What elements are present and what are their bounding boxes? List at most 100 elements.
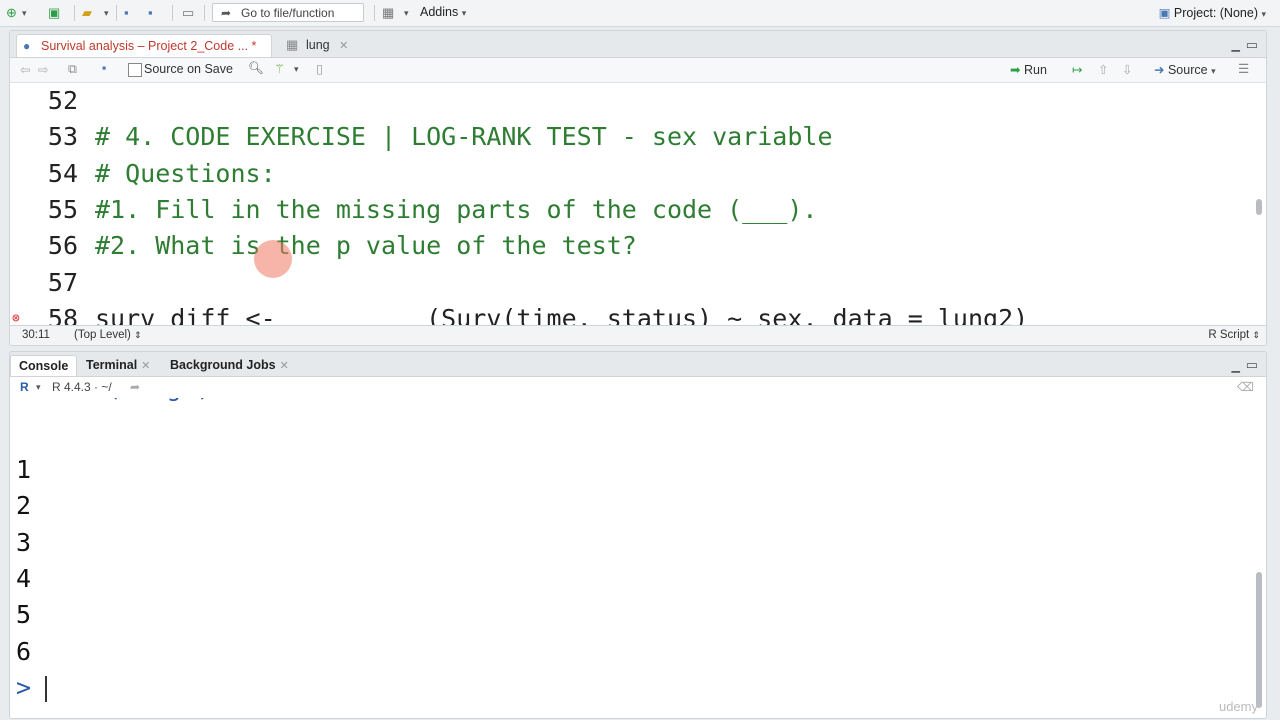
tab-background-jobs[interactable]: Background Jobs ✕ [162,355,297,376]
editor-pane: ● Survival analysis – Project 2_Code ...… [9,30,1267,346]
source-on-save-checkbox[interactable] [128,63,142,77]
goto-file-input[interactable]: ➦ Go to file/function [212,3,364,22]
source-button[interactable]: ➜ Source ▾ [1154,62,1216,77]
main-toolbar: ⊕ ▾ ▣ ▰ ▾ ▪ ▪ ▭ ➦ Go to file/function ▦ … [0,0,1280,27]
line-text: #2. What is the p value of the test? [95,231,637,260]
chevron-updown-icon: ⇕ [1252,330,1260,340]
run-button[interactable]: ➡ Run [1010,62,1047,77]
row-index: 3 [16,527,32,557]
clear-console-icon[interactable]: ⌫ [1237,377,1254,397]
outline-icon[interactable]: ☰ [1238,61,1249,76]
addins-label: Addins [420,5,459,19]
console-output[interactable]: > head(lung2) insttimestatusagesexph.eco… [10,398,1250,718]
row-index: 5 [16,600,32,630]
row-index: 2 [16,491,32,521]
r-file-icon: ● [23,39,31,53]
chevron-down-icon[interactable]: ▾ [294,64,299,75]
r-logo-icon: R [20,380,29,394]
chevron-down-icon[interactable]: ▾ [36,377,41,397]
print-icon[interactable]: ▭ [182,5,194,21]
project-menu[interactable]: ▣ Project: (None) ▾ [1159,5,1266,20]
modified-indicator: * [251,39,257,53]
line-text: #1. Fill in the missing parts of the cod… [95,195,818,224]
source-on-save-label: Source on Save [144,62,233,76]
minimize-icon[interactable]: ▁ [1232,39,1240,52]
close-icon[interactable]: ✕ [280,360,289,372]
command-text: > head(lung2) [16,398,212,406]
addins-menu[interactable]: Addins ▾ [420,5,466,19]
tab-label: Survival analysis – Project 2_Code ... [41,39,249,53]
editor-toolbar: ⇦ ⇨ ⧉ ▪ Source on Save 🔍︎ ⚚ ▾ ▯ ➡ Run ↦ … [10,58,1266,83]
chevron-down-icon[interactable]: ▾ [22,5,27,21]
line-number: 54 [47,159,78,188]
filetype-label: R Script [1208,329,1250,341]
tab-label: Console [19,359,69,373]
chevron-down-icon: ▾ [461,8,467,18]
goto-directory-icon[interactable]: ➦ [130,377,140,397]
tab-console[interactable]: Console [10,355,78,376]
save-all-icon[interactable]: ▪ [148,5,153,21]
maximize-icon[interactable]: ▭ [1246,37,1258,53]
text-cursor [45,676,47,702]
goto-arrow-icon: ➦ [221,6,232,20]
open-file-icon[interactable]: ▰ [82,5,92,21]
chevron-down-icon[interactable]: ▾ [104,5,109,21]
tab-lung[interactable]: ▦ lung ✕ [282,34,354,57]
close-icon[interactable]: ✕ [339,40,348,52]
grid-layout-icon[interactable]: ▦ [382,5,394,21]
search-icon[interactable]: 🔍︎ [248,61,264,76]
line-number: 53 [47,122,78,151]
magic-wand-icon[interactable]: ⚚ [274,61,285,76]
editor-tabbar: ● Survival analysis – Project 2_Code ...… [10,31,1266,75]
tab-survival-analysis[interactable]: ● Survival analysis – Project 2_Code ...… [16,34,272,75]
line-number: 56 [47,231,78,260]
tab-label: Background Jobs [170,358,276,372]
run-label: Run [1023,63,1047,77]
tab-terminal[interactable]: Terminal ✕ [78,355,158,376]
editor-status-bar: 30:11 (Top Level) ⇕ R Script ⇕ [10,325,1266,345]
chevron-down-icon[interactable]: ▾ [404,5,409,21]
back-icon[interactable]: ⇦ [20,62,30,77]
maximize-icon[interactable]: ▭ [1246,357,1258,373]
run-arrow-icon: ➡ [1010,63,1021,77]
close-icon[interactable]: ✕ [141,360,150,372]
line-number: 52 [47,86,78,115]
goto-placeholder: Go to file/function [241,6,335,20]
new-file-icon[interactable]: ⊕ [6,5,17,21]
console-tabbar: Console Terminal ✕ Background Jobs ✕ ▁ ▭ [10,352,1266,377]
tab-label: Terminal [86,358,138,372]
row-index: 1 [16,455,32,484]
up-icon[interactable]: ⇧ [1098,62,1108,77]
filetype-selector[interactable]: R Script ⇕ [1208,326,1260,345]
row-index: 4 [16,563,32,593]
watermark-text: udemy [1218,699,1258,714]
line-number: 57 [47,268,78,297]
scope-label: (Top Level) [74,329,131,341]
chevron-down-icon: ▾ [1261,9,1266,19]
new-project-icon[interactable]: ▣ [48,5,60,21]
compile-report-icon[interactable]: ▯ [316,61,323,76]
row-index: 6 [16,636,32,666]
chevron-updown-icon: ⇕ [134,330,142,340]
tab-label: lung [306,38,330,52]
chevron-down-icon: ▾ [1211,66,1216,76]
code-editor[interactable]: 52 53 # 4. CODE EXERCISE | LOG-RANK TEST … [10,83,1250,325]
save-icon[interactable]: ▪ [102,61,106,75]
show-in-window-icon[interactable]: ⧉ [68,62,77,77]
save-icon[interactable]: ▪ [124,5,129,21]
editor-scrollbar[interactable] [1256,199,1262,215]
mouse-cursor-highlight [254,240,292,278]
r-version-label: R 4.4.3 · ~/ [52,380,112,394]
scope-selector[interactable]: (Top Level) ⇕ [74,326,142,345]
line-text: # 4. CODE EXERCISE | LOG-RANK TEST - sex… [95,122,833,151]
line-number: 55 [47,195,78,224]
cursor-position: 30:11 [22,329,50,341]
forward-icon[interactable]: ⇨ [38,62,48,77]
project-label: Project: (None) [1173,6,1258,20]
minimize-icon[interactable]: ▁ [1232,360,1240,373]
r-version-bar: R ▾ R 4.4.3 · ~/ ➦ ⌫ [10,377,1266,397]
rerun-icon[interactable]: ↦ [1072,62,1082,77]
down-icon[interactable]: ⇩ [1122,62,1132,77]
console-scrollbar[interactable] [1256,572,1262,708]
source-label: Source [1167,63,1208,77]
